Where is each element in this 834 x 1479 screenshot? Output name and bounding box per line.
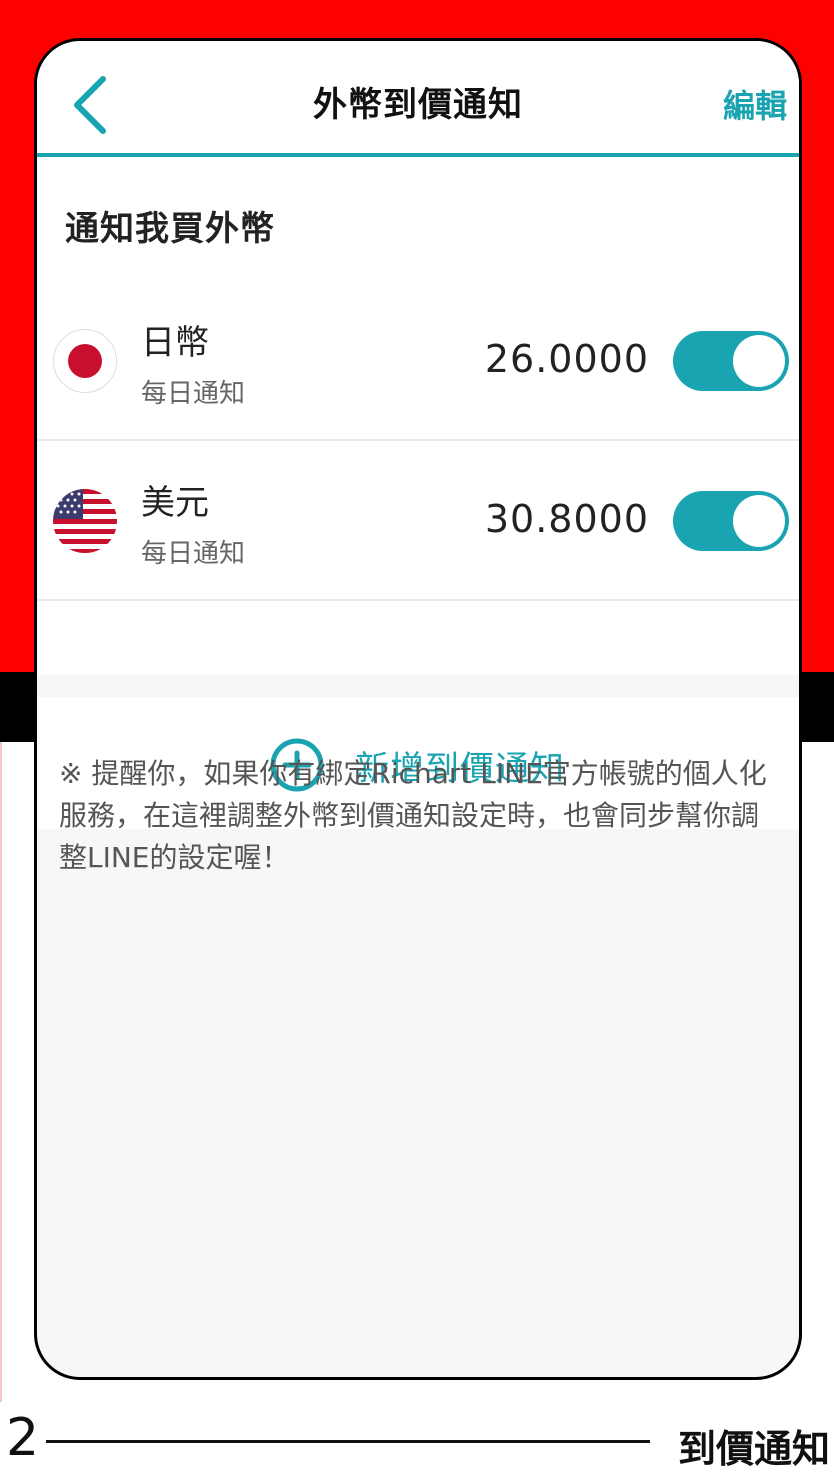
alert-toggle[interactable] <box>673 491 789 551</box>
alert-frequency: 每日通知 <box>141 379 246 409</box>
alert-row-jpy[interactable]: 日幣 每日通知 26.0000 <box>37 281 799 441</box>
target-price: 30.8000 <box>484 497 649 541</box>
footer-rule <box>46 1440 650 1443</box>
page-title: 外幣到價通知 <box>313 85 523 125</box>
currency-name: 美元 <box>141 483 209 523</box>
alert-frequency: 每日通知 <box>141 539 246 569</box>
alert-toggle[interactable] <box>673 331 789 391</box>
footer-label: 到價通知 <box>677 1427 830 1471</box>
alert-row-usd[interactable]: 美元 每日通知 30.8000 <box>37 441 799 601</box>
section-title: 通知我買外幣 <box>65 209 275 249</box>
divider-gap <box>37 675 799 697</box>
edge-line <box>0 742 2 1402</box>
page-number: 2 <box>6 1408 40 1468</box>
phone-frame: 外幣到價通知 編輯 通知我買外幣 日幣 每日通知 26.0000 美元 每日通知… <box>34 38 802 1380</box>
edit-button[interactable]: 編輯 <box>723 81 787 127</box>
japan-flag-icon <box>53 329 117 393</box>
alert-list: 通知我買外幣 日幣 每日通知 26.0000 美元 每日通知 30.8000 新… <box>37 157 799 829</box>
nav-bar: 外幣到價通知 編輯 <box>37 41 799 157</box>
target-price: 26.0000 <box>484 337 649 381</box>
usa-flag-icon <box>53 489 117 553</box>
notice-text: ※ 提醒你，如果你有綁定Richart LINE官方帳號的個人化服務，在這裡調整… <box>59 757 767 874</box>
currency-name: 日幣 <box>141 323 209 363</box>
